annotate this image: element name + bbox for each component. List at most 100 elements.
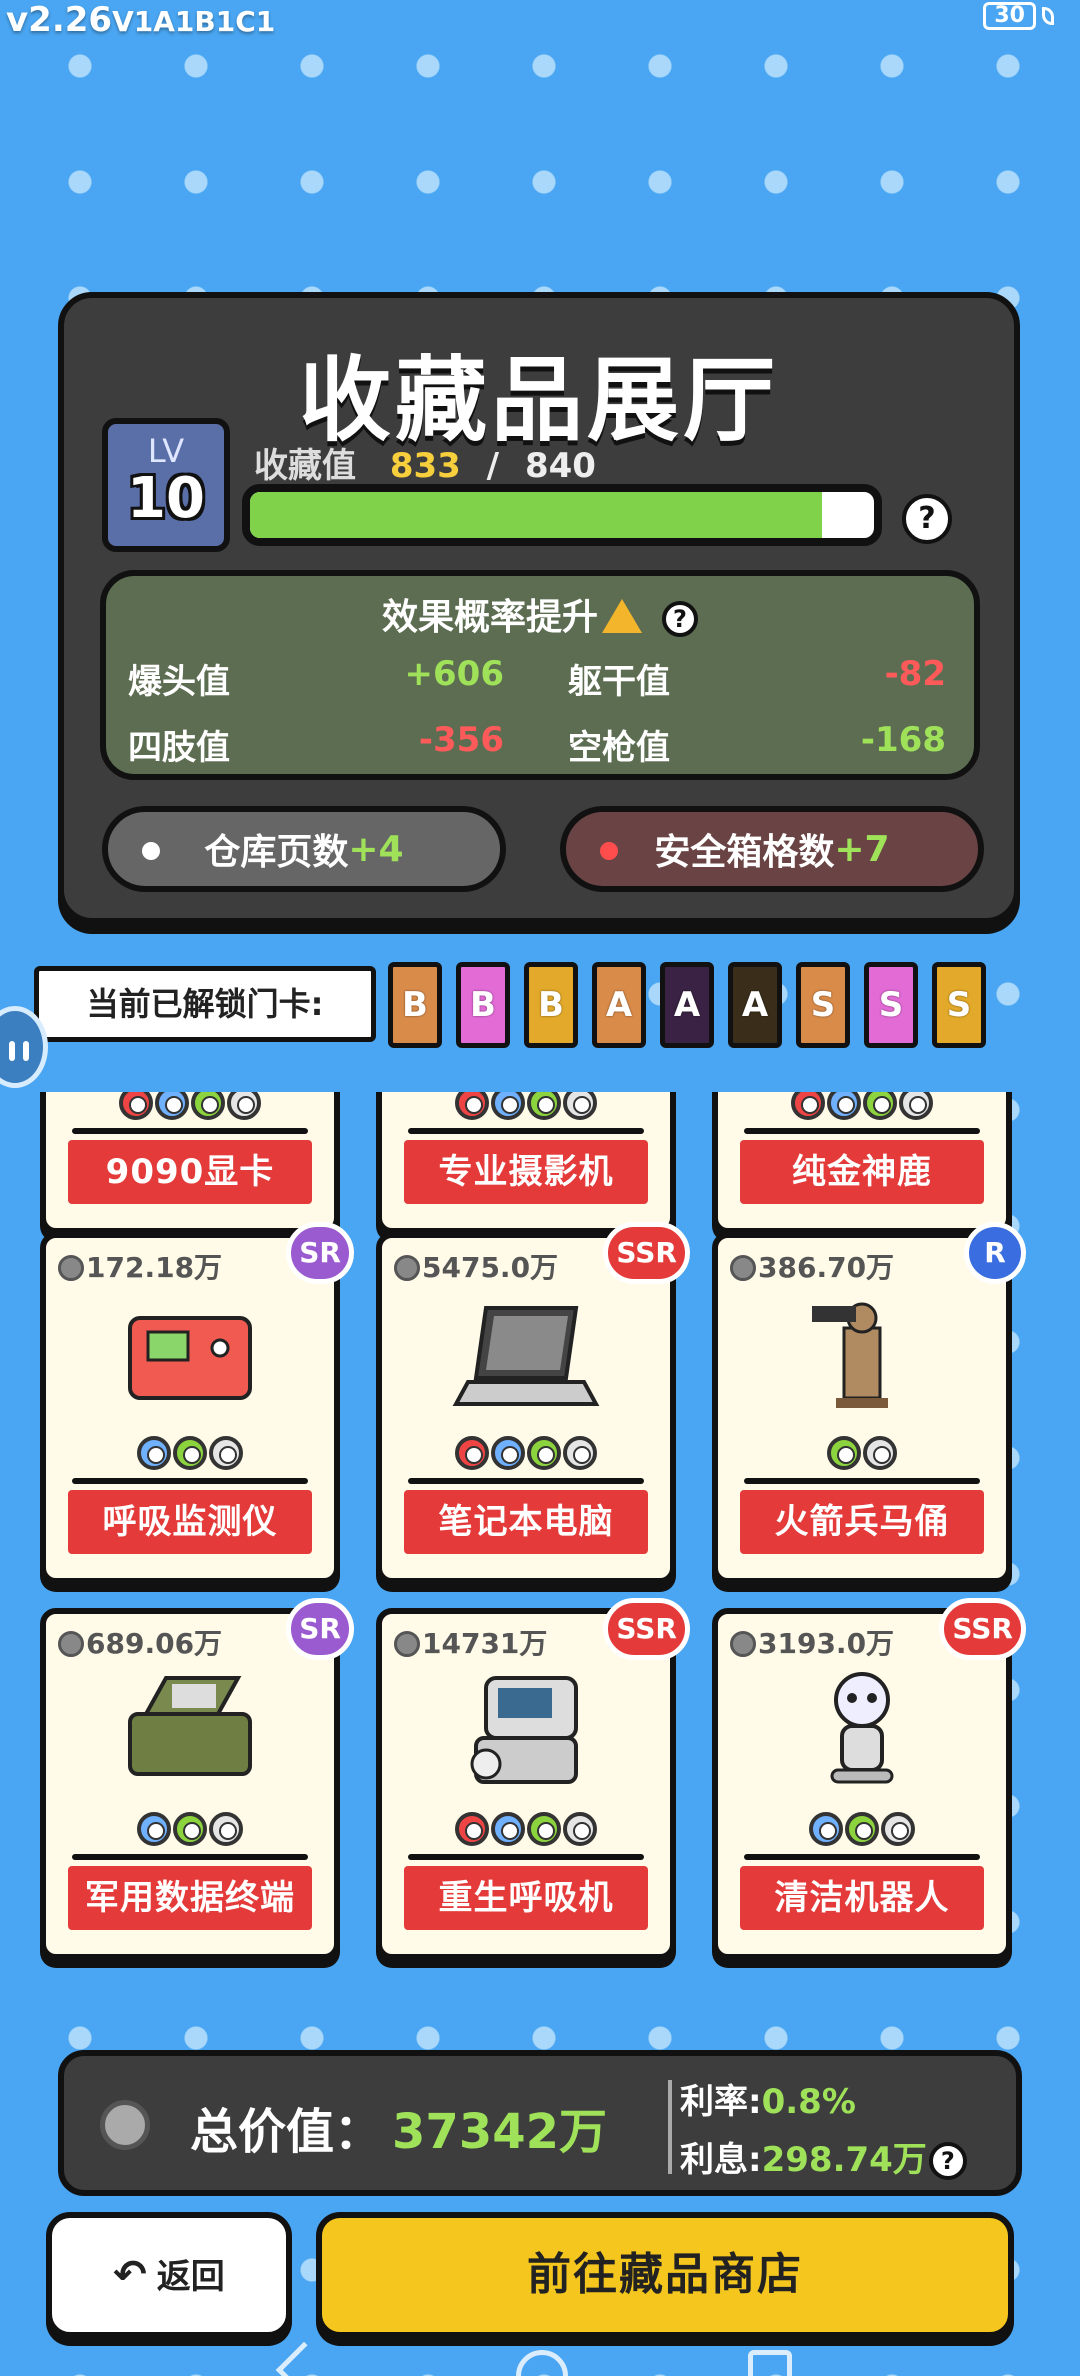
level-number: 10	[127, 466, 205, 531]
collection-progress-bar	[242, 484, 882, 546]
rarity-badge: SSR	[603, 1598, 690, 1660]
item-price-value: 5475.0万	[422, 1251, 559, 1284]
collection-item-card[interactable]: 9090显卡	[40, 1092, 340, 1234]
back-button[interactable]: ↶ 返回	[46, 2212, 292, 2338]
stat-headshot: 爆头值	[128, 654, 230, 703]
coin-icon	[394, 1631, 420, 1657]
breath-monitor-icon	[128, 1316, 252, 1400]
handle-bar	[9, 1041, 15, 1061]
collection-item-card[interactable]: 172.18万 SR 呼吸监测仪	[40, 1222, 354, 1584]
rate-value: 0.8%	[761, 2082, 856, 2122]
item-price: 5475.0万	[394, 1246, 558, 1286]
slot-icon	[119, 1092, 153, 1120]
collection-item-card[interactable]: 14731万 SSR 重生呼吸机	[376, 1598, 690, 1960]
cleaning-robot-icon	[830, 1672, 894, 1784]
terracotta-warrior-icon	[812, 1302, 888, 1408]
effect-title-text: 效果概率提升	[381, 597, 598, 638]
stat-label: 空枪值	[568, 728, 670, 768]
warehouse-value: +4	[348, 828, 404, 870]
divider	[668, 2080, 672, 2174]
access-card-chip: S	[932, 962, 986, 1048]
collection-item-card[interactable]: 5475.0万 SSR 笔记本电脑	[376, 1222, 690, 1584]
effect-box: 效果概率提升? 爆头值 +606 躯干值 -82 四肢值 -356 空枪值 -1…	[100, 570, 980, 780]
divider	[72, 1128, 308, 1134]
divider	[72, 1854, 308, 1860]
slot-icon	[173, 1436, 207, 1470]
slot-icon	[827, 1092, 861, 1120]
stat-torso: 躯干值	[568, 654, 670, 703]
slot-icon	[863, 1436, 897, 1470]
item-price-value: 3193.0万	[758, 1627, 895, 1660]
stat-headshot-value: +606	[404, 654, 504, 694]
slot-icon	[827, 1436, 861, 1470]
data-terminal-icon	[128, 1676, 252, 1776]
slot-icon	[791, 1092, 825, 1120]
level-label: LV	[147, 432, 185, 470]
collection-hall-panel: 收藏品展厅 LV 10 收藏值 833 / 840 ? 效果概率提升? 爆头值 …	[58, 292, 1020, 924]
item-name: 专业摄影机	[404, 1140, 648, 1204]
collection-item-card[interactable]: 689.06万 SR 军用数据终端	[40, 1598, 354, 1960]
red-dot-icon	[600, 842, 618, 860]
item-name: 火箭兵马俑	[740, 1490, 984, 1554]
total-value-bar: 总价值： 37342万 利率:0.8% 利息:298.74万?	[58, 2050, 1022, 2196]
slot-icon	[881, 1812, 915, 1846]
attachment-slots	[718, 1812, 1006, 1850]
warehouse-pages-pill: 仓库页数 +4	[102, 806, 506, 892]
collection-grid[interactable]: 9090显卡 专业摄影机 纯金神鹿 172.18万 SR 呼吸监测仪 5475.0万 SSR 笔…	[0, 1092, 1080, 2030]
slot-icon	[563, 1436, 597, 1470]
go-to-shop-button[interactable]: 前往藏品商店	[316, 2212, 1014, 2338]
item-name: 呼吸监测仪	[68, 1490, 312, 1554]
interest-help-icon[interactable]: ?	[928, 2142, 967, 2180]
nav-home-icon[interactable]	[516, 2350, 568, 2376]
item-price-value: 14731万	[422, 1627, 548, 1660]
item-price: 3193.0万	[730, 1622, 894, 1662]
battery-icon: 30	[983, 2, 1036, 30]
slot-icon	[455, 1092, 489, 1120]
effect-help-icon[interactable]: ?	[662, 601, 698, 637]
warehouse-label: 仓库页数	[204, 832, 349, 873]
version-text: v2.26V1A1B1C1	[6, 0, 275, 40]
divider	[744, 1128, 980, 1134]
safe-label: 安全箱格数	[654, 832, 835, 873]
item-price: 386.70万	[730, 1246, 894, 1286]
rarity-badge: SR	[286, 1222, 354, 1284]
collection-value-row: 收藏值 833 / 840	[254, 438, 596, 487]
coin-icon	[394, 1255, 420, 1281]
stat-limbs-value: -356	[418, 720, 504, 760]
stat-torso-value: -82	[884, 654, 946, 694]
collection-item-card[interactable]: 专业摄影机	[376, 1092, 676, 1234]
divider	[72, 1478, 308, 1484]
handle-bar	[23, 1041, 29, 1061]
access-card-chip: S	[796, 962, 850, 1048]
slot-icon	[563, 1092, 597, 1120]
item-name: 纯金神鹿	[740, 1140, 984, 1204]
interest-value: 298.74万	[761, 2140, 927, 2180]
stat-miss: 空枪值	[568, 720, 670, 769]
stat-miss-value: -168	[860, 720, 946, 760]
boost-triangle-icon	[602, 599, 642, 633]
collection-item-card[interactable]: 386.70万 R 火箭兵马俑	[712, 1222, 1026, 1584]
stat-limbs: 四肢值	[128, 720, 230, 769]
attachment-slots	[718, 1092, 1006, 1124]
item-name: 笔记本电脑	[404, 1490, 648, 1554]
ventilator-icon	[470, 1676, 578, 1784]
collection-value-current: 833	[389, 446, 461, 486]
rarity-badge: SSR	[939, 1598, 1026, 1660]
slot-icon	[227, 1092, 261, 1120]
slot-icon	[455, 1812, 489, 1846]
slot-icon	[899, 1092, 933, 1120]
nav-back-icon[interactable]	[275, 2341, 333, 2376]
slot-icon	[527, 1812, 561, 1846]
collection-item-card[interactable]: 3193.0万 SSR 清洁机器人	[712, 1598, 1026, 1960]
unlocked-cards-label: 当前已解锁门卡:	[34, 966, 376, 1042]
nav-recent-icon[interactable]	[748, 2350, 792, 2376]
slot-icon	[863, 1092, 897, 1120]
attachment-slots	[46, 1812, 334, 1850]
attachment-slots	[46, 1092, 334, 1124]
slot-icon	[491, 1812, 525, 1846]
collection-item-card[interactable]: 纯金神鹿	[712, 1092, 1012, 1234]
access-card-chip: B	[388, 962, 442, 1048]
item-price: 172.18万	[58, 1246, 222, 1286]
item-price-value: 689.06万	[86, 1627, 223, 1660]
help-icon[interactable]: ?	[902, 494, 952, 544]
